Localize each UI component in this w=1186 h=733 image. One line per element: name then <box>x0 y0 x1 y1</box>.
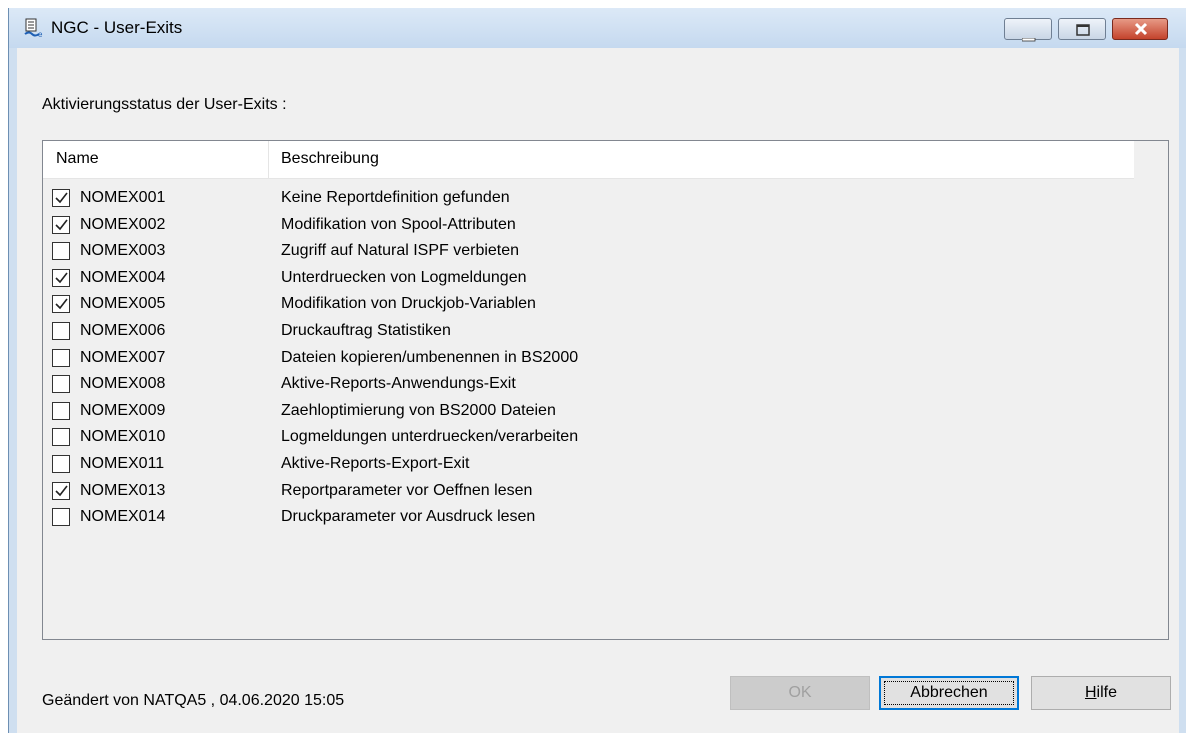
list-header: Name Beschreibung <box>43 141 1134 179</box>
row-checkbox[interactable] <box>52 268 70 287</box>
maximize-icon <box>1076 23 1090 41</box>
list-item[interactable]: NOMEX004 Unterdruecken von Logmeldungen <box>43 267 1134 293</box>
help-mnemonic: H <box>1084 684 1097 701</box>
close-button[interactable] <box>1112 18 1168 40</box>
checkmark-icon <box>55 272 68 284</box>
row-description: Unterdruecken von Logmeldungen <box>281 268 527 286</box>
list-item[interactable]: NOMEX002 Modifikation von Spool-Attribute… <box>43 214 1134 240</box>
row-name: NOMEX006 <box>80 322 166 339</box>
row-checkbox[interactable] <box>52 401 70 420</box>
checkmark-icon <box>55 298 68 310</box>
list-item[interactable]: NOMEX001 Keine Reportdefinition gefunden <box>43 187 1134 213</box>
row-description: Zugriff auf Natural ISPF verbieten <box>281 242 520 260</box>
list-item[interactable]: NOMEX014 Druckparameter vor Ausdruck lese… <box>43 506 1134 532</box>
row-description: Zaehloptimierung von BS2000 Dateien <box>281 401 556 419</box>
checkmark-icon <box>55 219 68 230</box>
list-item[interactable]: NOMEX003 Zugriff auf Natural ISPF verbiet… <box>43 240 1134 266</box>
list-item[interactable]: NOMEX010 Logmeldungen unterdruecken/verar… <box>43 426 1134 452</box>
focus-rectangle <box>884 681 1014 705</box>
row-checkbox[interactable] <box>52 508 70 527</box>
svg-text:e: e <box>38 30 43 39</box>
title-bar[interactable]: e NGC - User-Exits <box>9 8 1186 48</box>
app-icon: e <box>23 17 45 39</box>
column-header-name[interactable]: Name <box>56 150 99 168</box>
row-description: Logmeldungen unterdruecken/verarbeiten <box>281 428 579 446</box>
row-description: Modifikation von Druckjob-Variablen <box>281 295 536 313</box>
row-description: Druckparameter vor Ausdruck lesen <box>281 508 536 526</box>
row-description: Modifikation von Spool-Attributen <box>281 215 516 233</box>
checkmark-icon <box>55 485 68 496</box>
row-name: NOMEX010 <box>80 428 166 446</box>
row-name: NOMEX004 <box>80 268 166 286</box>
row-checkbox[interactable] <box>52 348 70 367</box>
window-title: NGC - User-Exits <box>51 18 183 37</box>
column-header-description[interactable]: Beschreibung <box>281 150 379 168</box>
row-name: NOMEX001 <box>80 189 166 206</box>
row-name: NOMEX011 <box>80 455 165 472</box>
list-item[interactable]: NOMEX007 Dateien kopieren/umbenennen in B… <box>43 347 1134 373</box>
list-item[interactable]: NOMEX005 Modifikation von Druckjob-Variab… <box>43 293 1134 319</box>
help-button-label: ilfe <box>1096 684 1117 701</box>
row-name: NOMEX013 <box>80 481 166 499</box>
row-description: Druckauftrag Statistiken <box>281 322 451 339</box>
list-item[interactable]: NOMEX009 Zaehloptimierung von BS2000 Date… <box>43 400 1134 426</box>
list-item[interactable]: NOMEX011 Aktive-Reports-Export-Exit <box>43 453 1134 479</box>
user-exits-list[interactable]: Name Beschreibung NOMEX001 Keine Reportde… <box>42 140 1169 640</box>
row-checkbox[interactable] <box>52 242 70 261</box>
cancel-button[interactable]: Abbrechen <box>879 676 1019 710</box>
ok-button[interactable]: OK <box>730 676 870 710</box>
row-name: NOMEX002 <box>80 215 166 233</box>
row-checkbox[interactable] <box>52 455 70 473</box>
checkmark-icon <box>55 192 68 204</box>
row-checkbox[interactable] <box>52 428 70 447</box>
row-name: NOMEX014 <box>80 508 166 526</box>
minimize-button[interactable] <box>1004 18 1052 42</box>
row-description: Aktive-Reports-Anwendungs-Exit <box>281 375 516 393</box>
dialog-body: Aktivierungsstatus der User-Exits : Name… <box>17 48 1179 733</box>
row-checkbox[interactable] <box>52 189 70 207</box>
activation-status-label: Aktivierungsstatus der User-Exits : <box>42 96 287 113</box>
minimize-icon <box>1021 30 1036 48</box>
row-name: NOMEX009 <box>80 401 166 419</box>
row-description: Aktive-Reports-Export-Exit <box>281 455 470 472</box>
row-description: Dateien kopieren/umbenennen in BS2000 <box>281 348 579 366</box>
row-name: NOMEX008 <box>80 375 166 393</box>
row-name: NOMEX005 <box>80 295 166 313</box>
maximize-button[interactable] <box>1058 18 1106 40</box>
row-checkbox[interactable] <box>52 481 70 500</box>
list-item[interactable]: NOMEX008 Aktive-Reports-Anwendungs-Exit <box>43 373 1134 399</box>
list-item[interactable]: NOMEX013 Reportparameter vor Oeffnen lese… <box>43 480 1134 506</box>
row-name: NOMEX003 <box>80 242 166 260</box>
row-name: NOMEX007 <box>80 348 166 366</box>
row-checkbox[interactable] <box>52 322 70 340</box>
help-button[interactable]: Hilfe <box>1031 676 1171 710</box>
column-separator[interactable] <box>268 141 269 178</box>
row-checkbox[interactable] <box>52 295 70 314</box>
list-item[interactable]: NOMEX006 Druckauftrag Statistiken <box>43 320 1134 346</box>
row-description: Keine Reportdefinition gefunden <box>281 189 510 206</box>
dialog-window: e NGC - User-Exits Aktivierungsstatus de… <box>8 8 1186 733</box>
row-description: Reportparameter vor Oeffnen lesen <box>281 481 533 499</box>
row-checkbox[interactable] <box>52 215 70 234</box>
row-checkbox[interactable] <box>52 375 70 394</box>
changed-by-text: Geändert von NATQA5 , 04.06.2020 15:05 <box>42 692 345 709</box>
close-icon <box>1133 22 1149 41</box>
